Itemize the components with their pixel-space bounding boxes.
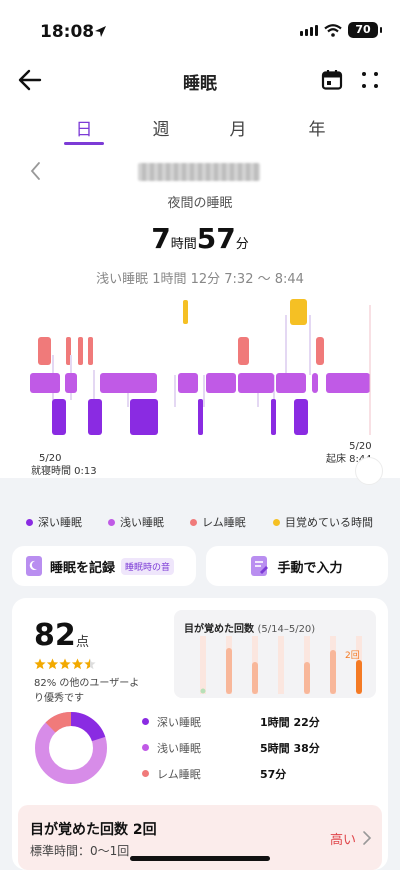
stage-breakdown: 深い睡眠 1時間 22分 浅い睡眠 5時間 38分 レム睡眠 57分 [142, 714, 372, 792]
selected-stage-info: 浅い睡眠 1時間 12分 7:32 〜 8:44 [96, 272, 304, 287]
calendar-icon[interactable] [320, 68, 344, 92]
awake-segment [183, 300, 188, 324]
breakdown-row-light: 浅い睡眠 5時間 38分 [142, 740, 372, 766]
duration-minutes: 57 [196, 222, 236, 255]
alert-title: 目が覚めた回数 2回 [30, 822, 157, 838]
bedtime-label: 就寝時間 0:13 [31, 466, 97, 477]
more-options-icon[interactable] [358, 68, 382, 92]
wake-chart-range: (5/14–5/20) [257, 624, 316, 635]
wifi-icon [324, 23, 342, 37]
awake-segment [290, 299, 307, 325]
chevron-right-icon [363, 831, 372, 845]
bedtime-marker: 5/20 就寝時間 0:13 [31, 452, 97, 478]
tab-week[interactable]: 週 [131, 115, 191, 140]
night-sleep-label: 夜間の睡眠 [167, 196, 233, 211]
bedtime-date: 5/20 [39, 453, 62, 464]
location-arrow-icon [95, 26, 106, 37]
legend-light: 浅い睡眠 [108, 514, 164, 530]
score-stars [34, 658, 96, 670]
breakdown-row-deep: 深い睡眠 1時間 22分 [142, 714, 372, 740]
record-sleep-label: 睡眠を記録 [50, 560, 116, 576]
alert-standard: 標準時間：0〜1回 [30, 844, 130, 858]
alert-level: 高い [329, 833, 356, 848]
legend-awake: 目覚めている時間 [273, 514, 373, 530]
sleep-score: 82 [34, 618, 76, 653]
record-sleep-button[interactable]: 睡眠を記録 睡眠時の音 [12, 546, 196, 586]
phone-moon-icon [26, 556, 42, 576]
sleep-stage-donut [35, 711, 107, 784]
status-time: 18:08 [40, 22, 95, 42]
duration-minutes-unit: 分 [235, 237, 249, 252]
waketime-date: 5/20 [349, 441, 372, 452]
edit-note-icon [251, 556, 269, 576]
sleep-sound-badge: 睡眠時の音 [121, 557, 175, 575]
sleep-score-card: 82 点 82% の他のユーザーより優秀です 目が覚めた回数 (5/14–5/2… [12, 598, 388, 870]
rem-segment [316, 337, 324, 365]
rem-segment [78, 337, 83, 365]
tab-year[interactable]: 年 [287, 115, 347, 140]
chart-scrubber-handle[interactable] [355, 457, 383, 485]
sleep-duration: 7時間57分 [0, 222, 400, 255]
status-bar: 18:08 70 [0, 0, 400, 60]
tab-day[interactable]: 日 [54, 115, 114, 140]
wake-chart-title: 目が覚めた回数 (5/14–5/20) [184, 624, 316, 635]
sleep-score-unit: 点 [76, 635, 90, 650]
date-navigator [0, 160, 400, 184]
wake-count-bars [200, 636, 362, 694]
duration-hours-unit: 時間 [170, 237, 197, 252]
home-indicator[interactable] [130, 856, 270, 861]
app-header: 睡眠 [0, 60, 400, 100]
period-tabs: 日 週 月 年 [0, 115, 400, 147]
active-tab-indicator [64, 142, 104, 145]
rem-segment [88, 337, 93, 365]
legend-deep: 深い睡眠 [26, 514, 82, 530]
manual-entry-button[interactable]: 手動で入力 [206, 546, 388, 586]
tab-month[interactable]: 月 [208, 115, 268, 140]
wake-count-chart[interactable]: 目が覚めた回数 (5/14–5/20) 2回 [174, 610, 376, 698]
chevron-left-icon[interactable] [26, 160, 46, 182]
star-rating-icon [34, 658, 96, 670]
legend-rem: レム睡眠 [190, 514, 246, 530]
sleep-stage-chart[interactable] [30, 295, 375, 445]
wake-count-highlight: 2回 [345, 651, 360, 661]
stage-legend: 深い睡眠 浅い睡眠 レム睡眠 目覚めている時間 [0, 514, 400, 530]
date-label-redacted [138, 163, 260, 181]
rem-segment [38, 337, 51, 365]
score-description: 82% の他のユーザーより優秀です [34, 678, 140, 704]
duration-hours: 7 [151, 222, 171, 255]
cellular-signal-icon [300, 24, 318, 36]
breakdown-row-rem: レム睡眠 57分 [142, 766, 372, 792]
manual-entry-label: 手動で入力 [277, 560, 343, 576]
rem-segment [238, 337, 249, 365]
battery-indicator: 70 [348, 22, 382, 38]
